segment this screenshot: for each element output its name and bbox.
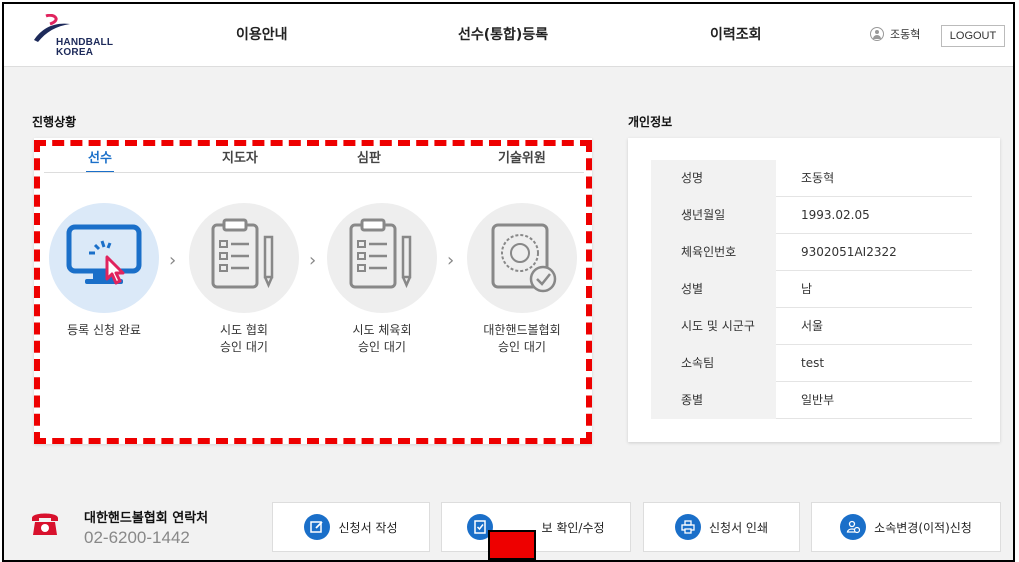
check-edit-info-button[interactable]: 보 확인/수정: [441, 502, 631, 552]
transfer-application-button[interactable]: 소속변경(이적)신청: [811, 502, 1001, 552]
info-value: 조동혁: [801, 171, 835, 185]
clipboard-pencil-icon: [211, 218, 274, 289]
step-registration-complete: [49, 203, 159, 313]
info-value: 9302051AI2322: [801, 245, 897, 259]
print-application-button[interactable]: 신청서 인쇄: [643, 502, 800, 552]
info-value: 1993.02.05: [801, 208, 870, 222]
personal-info-title: 개인정보: [628, 115, 673, 129]
user-icon: [870, 27, 884, 41]
info-value: 남: [801, 282, 813, 296]
step-label-2: 시도 협회 승인 대기: [179, 322, 309, 356]
info-row-birthdate: 생년월일 1993.02.05: [651, 197, 972, 234]
step-label-line: 승인 대기: [220, 340, 268, 354]
step-label-line: 시도 체육회: [352, 323, 412, 337]
step-label-line: 대한핸드볼협회: [483, 323, 561, 337]
info-key: 시도 및 시군구: [651, 308, 776, 345]
info-row-region: 시도 및 시군구 서울: [651, 308, 972, 345]
info-key: 생년월일: [651, 197, 776, 234]
logo-line2: KOREA: [56, 47, 94, 58]
step-city-sports-council: [327, 203, 437, 313]
button-label: 소속변경(이적)신청: [874, 520, 972, 535]
logo-text: HANDBALL KOREA: [56, 38, 113, 58]
info-value: test: [801, 356, 825, 370]
progress-title: 진행상황: [32, 115, 77, 129]
step-kha-approval: [467, 203, 577, 313]
telephone-icon: [30, 508, 60, 538]
info-row-division: 종별 일반부: [651, 382, 972, 419]
info-key: 종별: [651, 382, 776, 419]
header: HANDBALL KOREA 이용안내 선수(통합)등록 이력조회 조동혁 LO…: [4, 4, 1013, 67]
handball-korea-logo[interactable]: HANDBALL KOREA: [32, 13, 142, 58]
info-key: 소속팀: [651, 345, 776, 382]
button-label: 신청서 인쇄: [708, 520, 768, 535]
step-label-line: 시도 협회: [220, 323, 268, 337]
contact-title: 대한핸드볼협회 연락처: [84, 511, 209, 526]
info-row-team: 소속팀 test: [651, 345, 972, 382]
button-label: 보 확인/수정: [541, 520, 605, 535]
chevron-right-icon: ›: [447, 250, 455, 271]
monitor-click-icon: [66, 224, 142, 285]
info-key: 성별: [651, 271, 776, 308]
info-row-gender: 성별 남: [651, 271, 972, 308]
step-label-line: 승인 대기: [358, 340, 406, 354]
tab-player[interactable]: 선수: [86, 147, 114, 173]
step-label-4: 대한핸드볼협회 승인 대기: [457, 322, 587, 356]
info-row-athlete-number: 체육인번호 9302051AI2322: [651, 234, 972, 271]
tab-divider: [44, 172, 584, 173]
nav-player-registration[interactable]: 선수(통합)등록: [458, 24, 548, 44]
button-label: 신청서 작성: [338, 520, 398, 535]
tab-referee[interactable]: 심판: [357, 147, 381, 166]
chevron-right-icon: ›: [169, 250, 177, 271]
info-value: 서울: [801, 319, 824, 333]
certificate-check-icon: [491, 223, 557, 293]
printer-icon: [674, 514, 701, 540]
step-label-line: 승인 대기: [498, 340, 546, 354]
user-transfer-icon: [840, 514, 867, 540]
logout-button[interactable]: LOGOUT: [941, 25, 1005, 47]
user-info: 조동혁: [870, 26, 920, 42]
write-application-button[interactable]: 신청서 작성: [272, 502, 430, 552]
info-value: 일반부: [801, 393, 835, 407]
step-label-line: 등록 신청 완료: [67, 323, 141, 337]
step-label-3: 시도 체육회 승인 대기: [317, 322, 447, 356]
tab-coach[interactable]: 지도자: [222, 147, 258, 166]
nav-usage-guide[interactable]: 이용안내: [236, 24, 288, 44]
contact-phone: 02-6200-1442: [84, 528, 190, 547]
step-label-1: 등록 신청 완료: [39, 322, 169, 339]
tab-technical-committee[interactable]: 기술위원: [498, 147, 546, 166]
chevron-right-icon: ›: [309, 250, 317, 271]
clipboard-pencil-icon: [349, 218, 412, 289]
nav-history[interactable]: 이력조회: [710, 24, 762, 44]
user-name: 조동혁: [890, 28, 921, 41]
info-key: 성명: [651, 160, 776, 197]
step-city-association: [189, 203, 299, 313]
info-row-name: 성명 조동혁: [651, 160, 972, 197]
info-key: 체육인번호: [651, 234, 776, 271]
edit-icon: [304, 514, 331, 540]
